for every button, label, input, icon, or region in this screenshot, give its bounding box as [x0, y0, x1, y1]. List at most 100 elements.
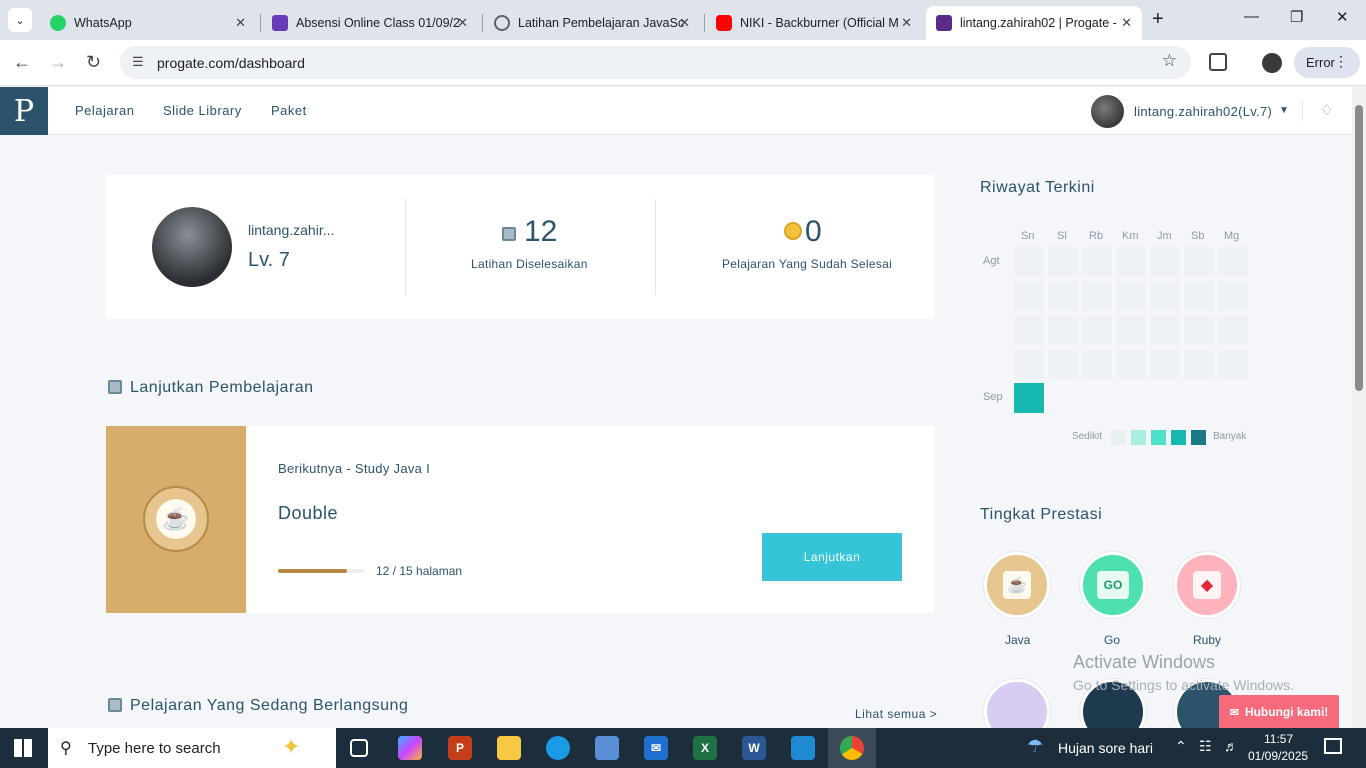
month-label: Sep — [983, 391, 1003, 403]
scrollbar-thumb[interactable] — [1355, 105, 1363, 391]
java-course-thumbnail[interactable]: ☕ — [106, 426, 246, 613]
progate-dashboard: P Pelajaran Slide Library Paket lintang.… — [0, 87, 1352, 728]
nav-paket[interactable]: Paket — [271, 103, 307, 118]
weather-text[interactable]: Hujan sore hari — [1058, 740, 1153, 756]
network-icon[interactable]: ☷ — [1199, 738, 1212, 755]
header-username[interactable]: lintang.zahirah02(Lv.7) — [1134, 104, 1272, 119]
header-avatar[interactable] — [1091, 95, 1124, 128]
ruby-gem-icon: ◆ — [1193, 571, 1221, 599]
forward-button[interactable]: → — [49, 52, 67, 73]
chrome-taskbar-item[interactable] — [828, 728, 876, 768]
edge-icon[interactable] — [546, 736, 570, 760]
day-label: Km — [1122, 230, 1139, 242]
close-tab-icon[interactable]: ✕ — [235, 15, 246, 31]
more-menu-icon[interactable]: ⋮ — [1334, 53, 1348, 70]
windows-start-icon[interactable] — [14, 739, 32, 757]
file-explorer-icon[interactable] — [497, 736, 521, 760]
new-tab-button[interactable]: + — [1152, 8, 1164, 31]
close-tab-icon[interactable]: ✕ — [901, 15, 912, 31]
php-badge-icon[interactable] — [984, 679, 1050, 728]
restore-button[interactable]: ❐ — [1290, 8, 1303, 26]
contact-us-button[interactable]: ✉ Hubungi kami! — [1219, 695, 1339, 728]
see-all-link[interactable]: Lihat semua > — [855, 707, 937, 721]
bookmark-star-icon[interactable]: ☆ — [1162, 51, 1177, 71]
forms-icon — [272, 15, 288, 31]
error-label: Error — [1306, 55, 1335, 70]
excel-icon[interactable]: X — [693, 736, 717, 760]
legend-high-label: Banyak — [1213, 431, 1247, 442]
calendar-day-cell — [1014, 247, 1044, 277]
mail-app-icon[interactable]: ✉ — [644, 736, 668, 760]
copilot-icon[interactable] — [398, 736, 422, 760]
weather-icon[interactable]: ☂ — [1027, 736, 1043, 757]
day-label: Mg — [1224, 230, 1240, 242]
mail-icon: ✉ — [1229, 706, 1239, 719]
progate-icon — [936, 15, 952, 31]
day-label: Rb — [1089, 230, 1104, 242]
day-label: Sb — [1191, 230, 1205, 242]
lesson-title[interactable]: Double — [278, 503, 338, 524]
powerpoint-icon[interactable]: P — [448, 736, 472, 760]
page-scrollbar[interactable] — [1352, 87, 1366, 728]
exercises-label: Latihan Diselesaikan — [471, 257, 588, 271]
calendar-day-cell — [1184, 315, 1214, 345]
nav-pelajaran[interactable]: Pelajaran — [75, 103, 134, 118]
taskbar-search-box[interactable]: ⚲ Type here to search ✦ — [48, 728, 336, 768]
continue-button[interactable]: Lanjutkan — [762, 533, 902, 581]
url-text[interactable]: progate.com/dashboard — [157, 55, 305, 71]
store-icon[interactable] — [595, 736, 619, 760]
task-view-icon[interactable] — [350, 739, 368, 757]
windows-taskbar: ⚲ Type here to search ✦ P ✉ X W ☂ Hujan … — [0, 728, 1366, 768]
calendar-day-cell — [1184, 247, 1214, 277]
nav-slide-library[interactable]: Slide Library — [163, 103, 242, 118]
tab-whatsapp[interactable]: WhatsApp ✕ — [40, 6, 256, 40]
tab-search-icon[interactable]: ⌄ — [8, 8, 32, 32]
calendar-day-cell — [1014, 349, 1044, 379]
profile-name[interactable]: lintang.zahir... — [248, 222, 334, 238]
day-label: Sn — [1021, 230, 1035, 242]
close-tab-icon[interactable]: ✕ — [1121, 15, 1132, 31]
close-tab-icon[interactable]: ✕ — [679, 15, 690, 31]
calendar-day-cell — [1082, 281, 1112, 311]
calendar-day-cell — [1048, 247, 1078, 277]
omnibox[interactable]: ☰ progate.com/dashboard ☆ — [120, 46, 1191, 79]
tab-title: Absensi Online Class 01/09/2 — [296, 16, 460, 30]
go-logo-icon: GO — [1097, 571, 1129, 599]
progate-logo[interactable]: P — [0, 87, 48, 135]
chrome-icon — [840, 736, 864, 760]
word-icon[interactable]: W — [742, 736, 766, 760]
tab-absensi[interactable]: Absensi Online Class 01/09/2 ✕ — [262, 6, 478, 40]
legend-swatch — [1151, 430, 1166, 445]
profile-avatar-icon[interactable] — [1262, 53, 1282, 73]
close-window-button[interactable]: ✕ — [1336, 8, 1349, 26]
tab-progate[interactable]: lintang.zahirah02 | Progate - ✕ — [926, 6, 1142, 40]
calendar-day-cell — [1150, 315, 1180, 345]
progress-bar-fill — [278, 569, 347, 573]
activation-watermark-title: Activate Windows — [1073, 652, 1216, 672]
notification-center-icon[interactable] — [1324, 738, 1342, 754]
chevron-up-icon[interactable]: ⌃ — [1175, 738, 1187, 755]
reload-button[interactable]: ↻ — [86, 52, 101, 73]
chevron-down-icon[interactable]: ▼ — [1279, 105, 1289, 116]
legend-low-label: Sedikit — [1072, 431, 1103, 442]
day-label: Jm — [1157, 230, 1172, 242]
tab-title: WhatsApp — [74, 16, 132, 30]
calendar-day-cell — [1082, 349, 1112, 379]
notification-bell-icon[interactable]: ♢ — [1320, 101, 1333, 119]
volume-icon[interactable]: ♬ — [1224, 738, 1238, 754]
extensions-icon[interactable] — [1209, 53, 1227, 71]
site-settings-icon[interactable]: ☰ — [132, 54, 144, 70]
clock-time[interactable]: 11:57 — [1264, 732, 1293, 746]
continue-button-label: Lanjutkan — [803, 550, 861, 564]
tab-latihan[interactable]: Latihan Pembelajaran JavaSc ✕ — [484, 6, 700, 40]
address-bar-row: ← → ↻ ☰ progate.com/dashboard ☆ — [0, 40, 1366, 86]
clock-date[interactable]: 01/09/2025 — [1248, 749, 1308, 763]
minimize-button[interactable]: — — [1244, 8, 1259, 25]
profile-avatar[interactable] — [152, 207, 232, 287]
error-button[interactable]: Error ⋮ — [1294, 47, 1360, 78]
close-tab-icon[interactable]: ✕ — [457, 15, 468, 31]
tab-youtube[interactable]: NIKI - Backburner (Official M ✕ — [706, 6, 922, 40]
vscode-icon[interactable] — [791, 736, 815, 760]
back-button[interactable]: ← — [13, 52, 31, 73]
achievement-label: Go — [1104, 633, 1121, 647]
